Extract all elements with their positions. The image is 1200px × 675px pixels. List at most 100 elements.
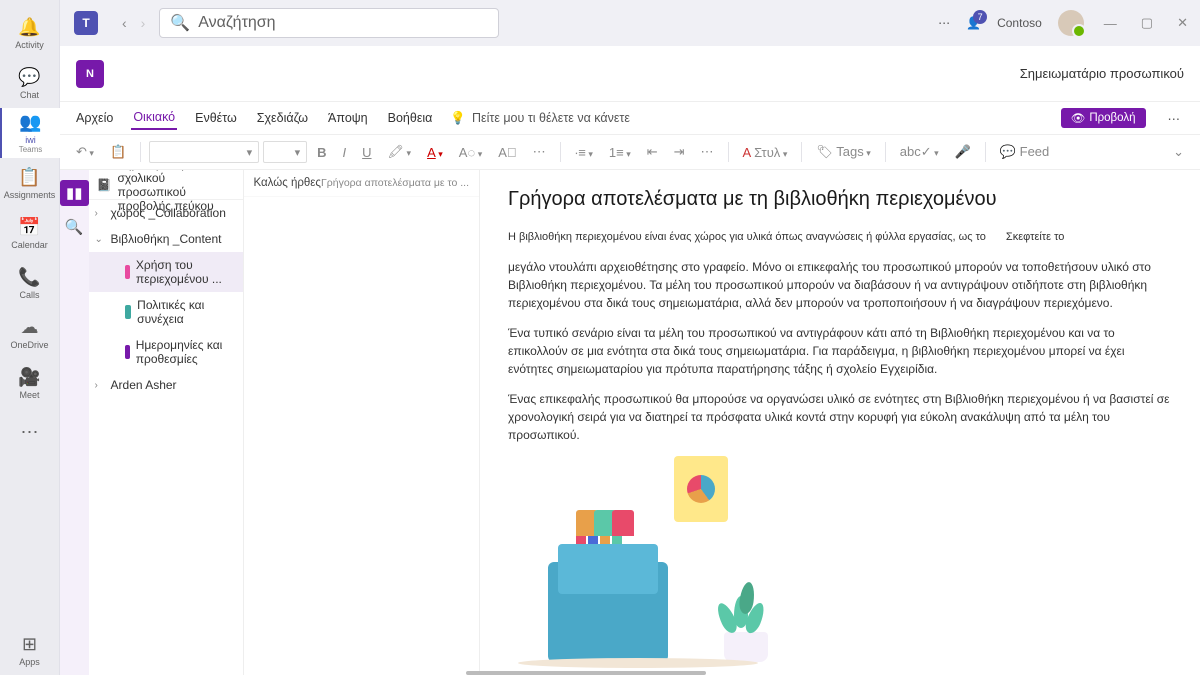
avatar[interactable]	[1058, 10, 1084, 36]
menu-overflow[interactable]: ⋯	[1162, 111, 1187, 126]
format-eraser-button[interactable]: A⃠	[492, 142, 522, 163]
rail-more[interactable]: ⋯	[0, 408, 60, 458]
page-item[interactable]: Καλώς ήρθεςΓρήγορα αποτελέσματα με το ..…	[244, 170, 480, 197]
chevron-down-icon: ⌄	[95, 234, 103, 245]
rail-teams[interactable]: 👥iwiTeams	[0, 108, 60, 158]
minimize-button[interactable]: —	[1100, 12, 1121, 35]
menubar: Αρχείο Οικιακό Ενθέτω Σχεδιάζω Άποψη Βοή…	[60, 102, 1200, 134]
notebook-nav: ▮▮ 🔍 📓 Σημειωματάριο σχολικού προσωπικού…	[60, 170, 480, 675]
search-icon[interactable]: 🔍	[65, 218, 84, 236]
body: ▮▮ 🔍 📓 Σημειωματάριο σχολικού προσωπικού…	[60, 170, 1200, 675]
font-select[interactable]: ▾	[149, 141, 259, 163]
more-icon: ⋯	[21, 422, 39, 443]
rail-chat[interactable]: 💬Chat	[0, 58, 60, 108]
bulb-icon: 💡	[450, 111, 466, 126]
toolbar: ↶ 📋 ▾ ▾ B I U 🖍 A A◌ A⃠ ⋯ ∙≡ 1≡ ⇤ ⇥ ⋯ A …	[60, 134, 1200, 170]
rail-calls[interactable]: 📞Calls	[0, 258, 60, 308]
rail-assignments[interactable]: 📋Assignments	[0, 158, 60, 208]
rail-activity[interactable]: 🔔Activity	[0, 8, 60, 58]
underline-button[interactable]: U	[356, 142, 377, 163]
search-placeholder: Αναζήτηση	[198, 14, 275, 32]
tell-me[interactable]: 💡Πείτε μου τι θέλετε να κάνετε	[450, 111, 630, 126]
ribbon-collapse-button[interactable]: ⌄	[1167, 141, 1190, 163]
italic-button[interactable]: I	[337, 142, 353, 163]
paragraph: μεγάλο ντουλάπι αρχειοθέτησης στο γραφεί…	[508, 258, 1172, 312]
apps-icon: ⊞	[22, 634, 37, 655]
chevron-right-icon: ›	[95, 380, 98, 391]
org-label: Contoso	[997, 16, 1042, 30]
feed-button[interactable]: 💬 Feed	[994, 141, 1055, 163]
titlebar: T ‹ › 🔍 Αναζήτηση ⋯ 👤 7 Contoso — ▢ ✕	[60, 0, 1200, 46]
clear-format-button[interactable]: A◌	[453, 142, 488, 163]
rail-meet[interactable]: 🎥Meet	[0, 358, 60, 408]
numbering-button[interactable]: 1≡	[603, 142, 637, 163]
app-title: Σημειωματάριο προσωπικού	[1020, 66, 1184, 81]
video-icon: 🎥	[18, 367, 40, 388]
teams-logo-icon: T	[74, 11, 98, 35]
chat-icon: 💬	[18, 67, 40, 88]
section-policies[interactable]: Πολιτικές και συνέχεια	[89, 292, 243, 332]
horizontal-scrollbar[interactable]	[466, 671, 706, 675]
section-using-content[interactable]: Χρήση του περιεχομένου ...	[89, 252, 243, 292]
onenote-logo-icon: N	[76, 60, 104, 88]
more-button[interactable]: ⋯	[938, 16, 950, 30]
section-tab-icon	[125, 305, 132, 319]
sections-pane: 📓 Σημειωματάριο σχολικού προσωπικού προβ…	[89, 170, 244, 675]
rail-onedrive[interactable]: ☁OneDrive	[0, 308, 60, 358]
back-button[interactable]: ‹	[122, 15, 127, 31]
app-header: N Σημειωματάριο προσωπικού	[60, 46, 1200, 102]
section-content-library[interactable]: ⌄Βιβλιοθήκη _Content	[89, 226, 243, 252]
clipboard-button[interactable]: 📋	[104, 141, 132, 163]
chevron-right-icon: ›	[95, 208, 98, 219]
maximize-button[interactable]: ▢	[1137, 11, 1157, 35]
bullets-button[interactable]: ∙≡	[569, 142, 599, 163]
section-dates[interactable]: Ημερομηνίες και προθεσμίες	[89, 332, 243, 372]
notif-badge: 7	[973, 10, 987, 24]
cloud-icon: ☁	[21, 317, 39, 338]
outdent-button[interactable]: ⇤	[641, 141, 664, 163]
size-select[interactable]: ▾	[263, 141, 307, 163]
rail-apps[interactable]: ⊞Apps	[0, 625, 60, 675]
paragraph: Η βιβλιοθήκη περιεχομένου είναι ένας χώρ…	[508, 229, 1172, 246]
pages-pane: Καλώς ήρθεςΓρήγορα αποτελέσματα με το ..…	[244, 170, 480, 675]
section-tab-icon	[125, 345, 130, 359]
menu-view[interactable]: Άποψη	[326, 107, 370, 129]
more-format-button[interactable]: ⋯	[527, 141, 552, 163]
menu-insert[interactable]: Ενθέτω	[193, 107, 239, 129]
paragraph: Ένα τυπικό σενάριο είναι τα μέλη του προ…	[508, 324, 1172, 378]
notebook-title[interactable]: 📓 Σημειωματάριο σχολικού προσωπικού προβ…	[89, 170, 243, 200]
menu-draw[interactable]: Σχεδιάζω	[255, 107, 310, 129]
rail-calendar[interactable]: 📅Calendar	[0, 208, 60, 258]
page-title: Γρήγορα αποτελέσματα με τη βιβλιοθήκη πε…	[508, 188, 1172, 211]
nav-arrows: ‹ ›	[122, 15, 145, 31]
forward-button[interactable]: ›	[141, 15, 146, 31]
notifications-button[interactable]: 👤 7	[966, 16, 981, 30]
paragraph: Ένας επικεφαλής προσωπικού θα μπορούσε ν…	[508, 390, 1172, 444]
menu-home[interactable]: Οικιακό	[131, 106, 177, 130]
app-rail: 🔔Activity 💬Chat 👥iwiTeams 📋Assignments 📅…	[0, 0, 60, 675]
page-content[interactable]: Γρήγορα αποτελέσματα με τη βιβλιοθήκη πε…	[480, 170, 1200, 675]
styles-button[interactable]: A Στυλ	[737, 142, 794, 163]
calendar-icon: 📅	[18, 217, 40, 238]
dictate-button[interactable]: 🎤	[949, 141, 977, 163]
preview-button[interactable]: 👁Προβολή	[1061, 108, 1146, 128]
bold-button[interactable]: B	[311, 142, 332, 163]
calls-icon: 📞	[18, 267, 40, 288]
close-button[interactable]: ✕	[1173, 11, 1192, 35]
highlight-button[interactable]: 🖍	[382, 141, 418, 163]
eye-icon: 👁	[1071, 111, 1086, 125]
indent-button[interactable]: ⇥	[668, 141, 691, 163]
undo-button[interactable]: ↶	[70, 141, 100, 163]
section-arden[interactable]: ›Arden Asher	[89, 372, 243, 398]
menu-help[interactable]: Βοήθεια	[386, 107, 435, 129]
tags-button[interactable]: 🏷 Tags	[810, 141, 876, 163]
illustration	[508, 456, 788, 675]
section-collaboration[interactable]: ›χώρος _Collaboration	[89, 200, 243, 226]
font-color-button[interactable]: A	[421, 142, 449, 163]
search-input[interactable]: 🔍 Αναζήτηση	[159, 8, 499, 38]
spellcheck-button[interactable]: abc✓	[894, 141, 945, 163]
notebook-icon: 📓	[97, 178, 112, 192]
notebooks-icon[interactable]: ▮▮	[60, 180, 89, 206]
more-para-button[interactable]: ⋯	[695, 141, 720, 163]
menu-file[interactable]: Αρχείο	[74, 107, 115, 129]
